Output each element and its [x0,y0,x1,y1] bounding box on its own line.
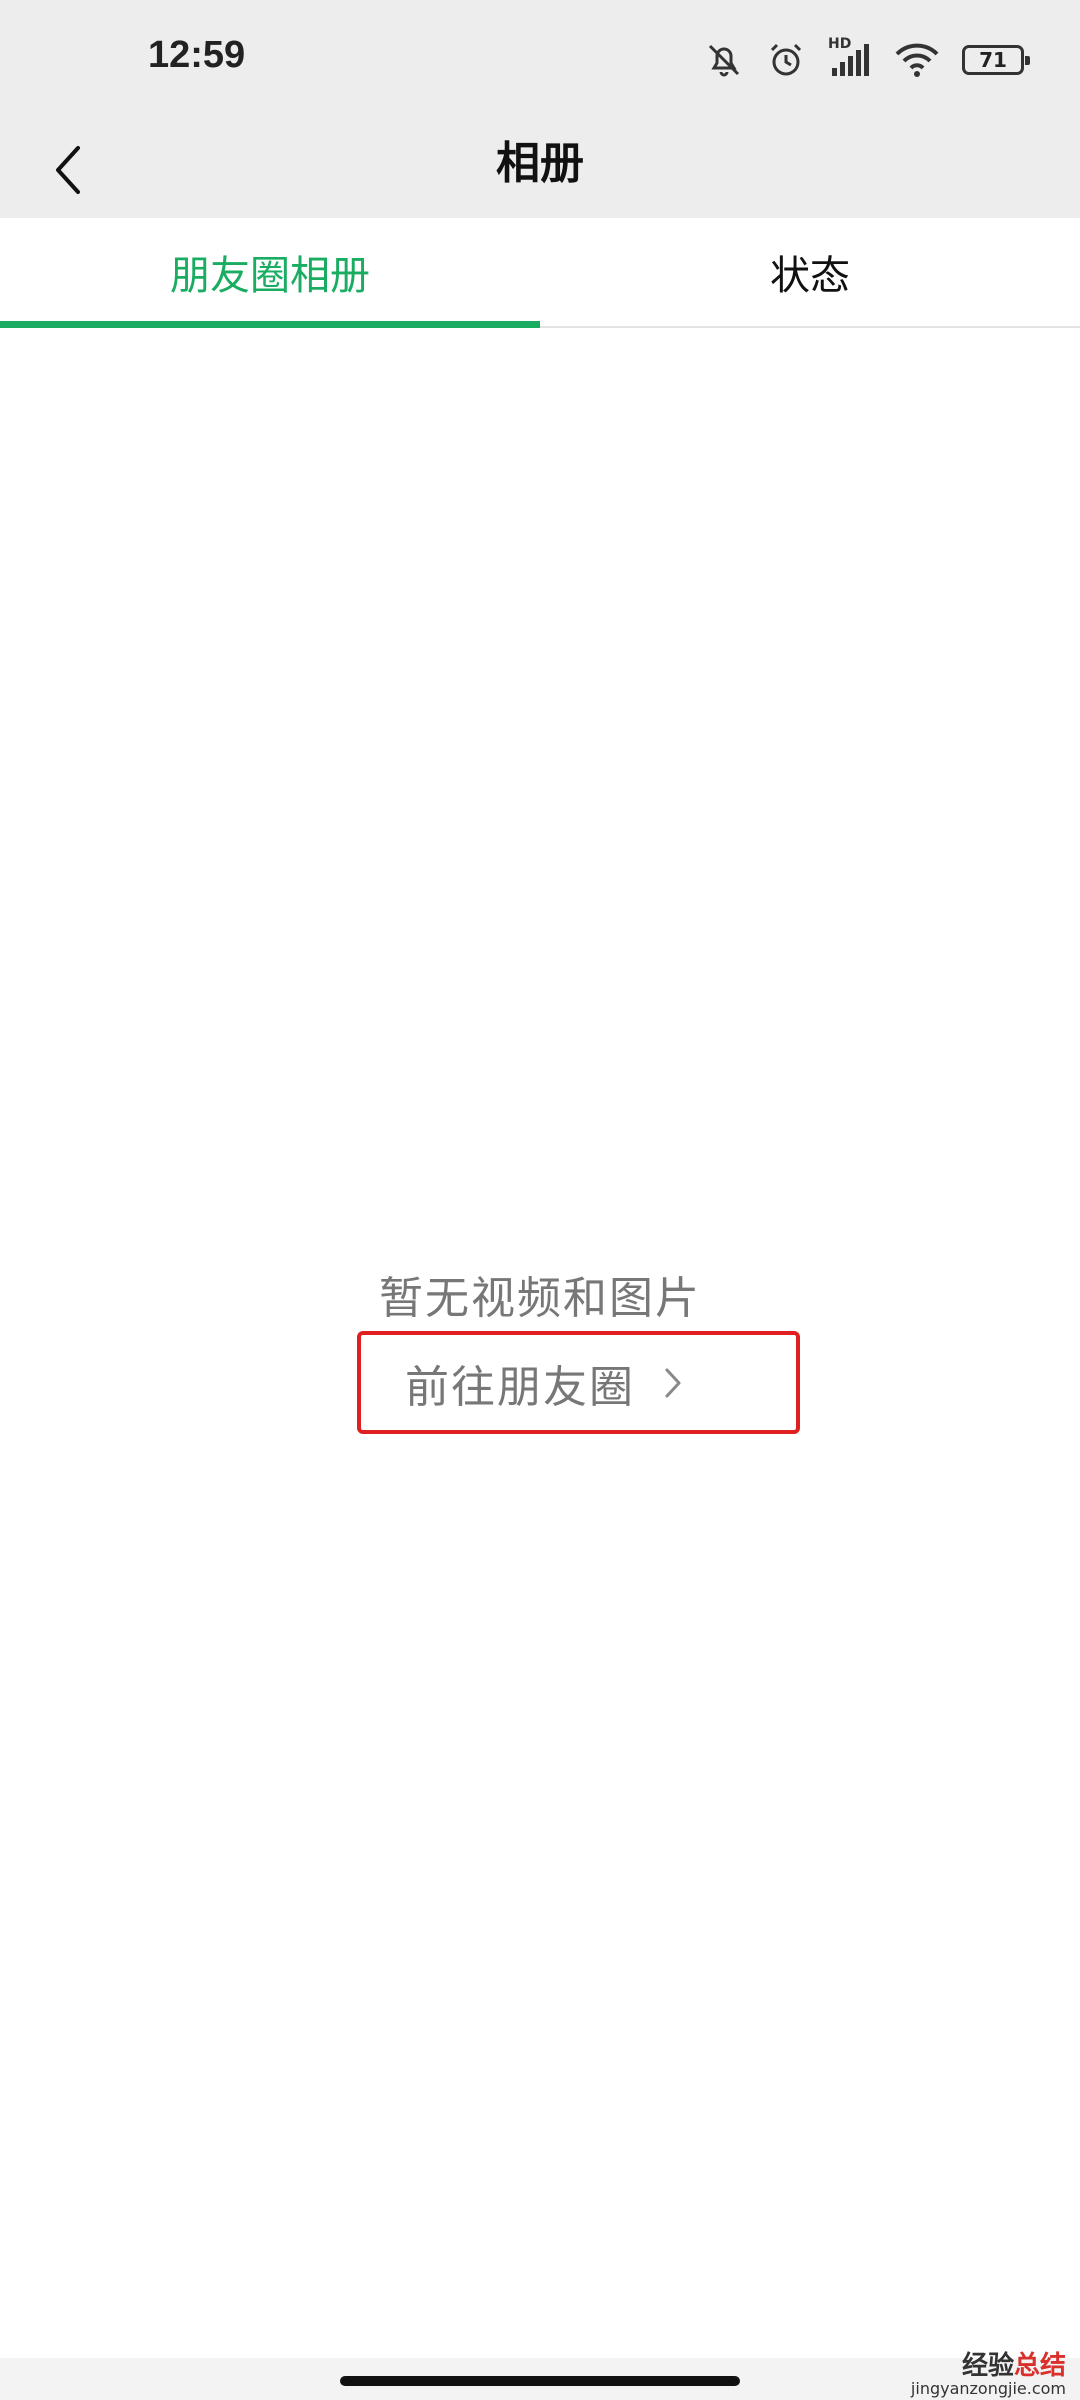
tab-bar: 朋友圈相册 状态 [0,218,1080,328]
go-to-moments-label: 前往朋友圈 [405,1361,635,1413]
tab-moments-album[interactable]: 朋友圈相册 [0,218,540,328]
status-time: 12:59 [148,34,246,76]
status-bar: 12:59 HD 71 [0,0,1080,118]
home-indicator[interactable] [340,2376,740,2386]
page-title: 相册 [496,138,584,189]
empty-message: 暂无视频和图片 [379,1273,701,1324]
wifi-icon [894,40,940,80]
alarm-icon [766,40,806,80]
active-tab-indicator [0,321,540,328]
watermark-brand: 经验总结 [911,2352,1066,2381]
watermark: 经验总结 jingyanzongjie.com [911,2352,1066,2398]
chevron-right-icon [665,1368,681,1397]
mute-bell-icon [704,40,744,80]
empty-state: 暂无视频和图片 [0,1262,1080,1326]
tab-status[interactable]: 状态 [540,218,1080,326]
watermark-brand-part1: 经验 [961,2350,1014,2381]
go-to-moments-link[interactable]: 前往朋友圈 [357,1331,800,1434]
battery-icon: 71 [962,45,1030,75]
status-icons: HD 71 [704,34,1030,86]
header: 相册 [0,118,1080,218]
watermark-brand-part2: 总结 [1013,2350,1066,2381]
tab-label: 状态 [770,253,850,299]
signal-icon: HD [828,36,872,80]
watermark-url: jingyanzongjie.com [910,2379,1066,2399]
tab-label: 朋友圈相册 [170,253,370,299]
battery-level: 71 [979,48,1007,72]
